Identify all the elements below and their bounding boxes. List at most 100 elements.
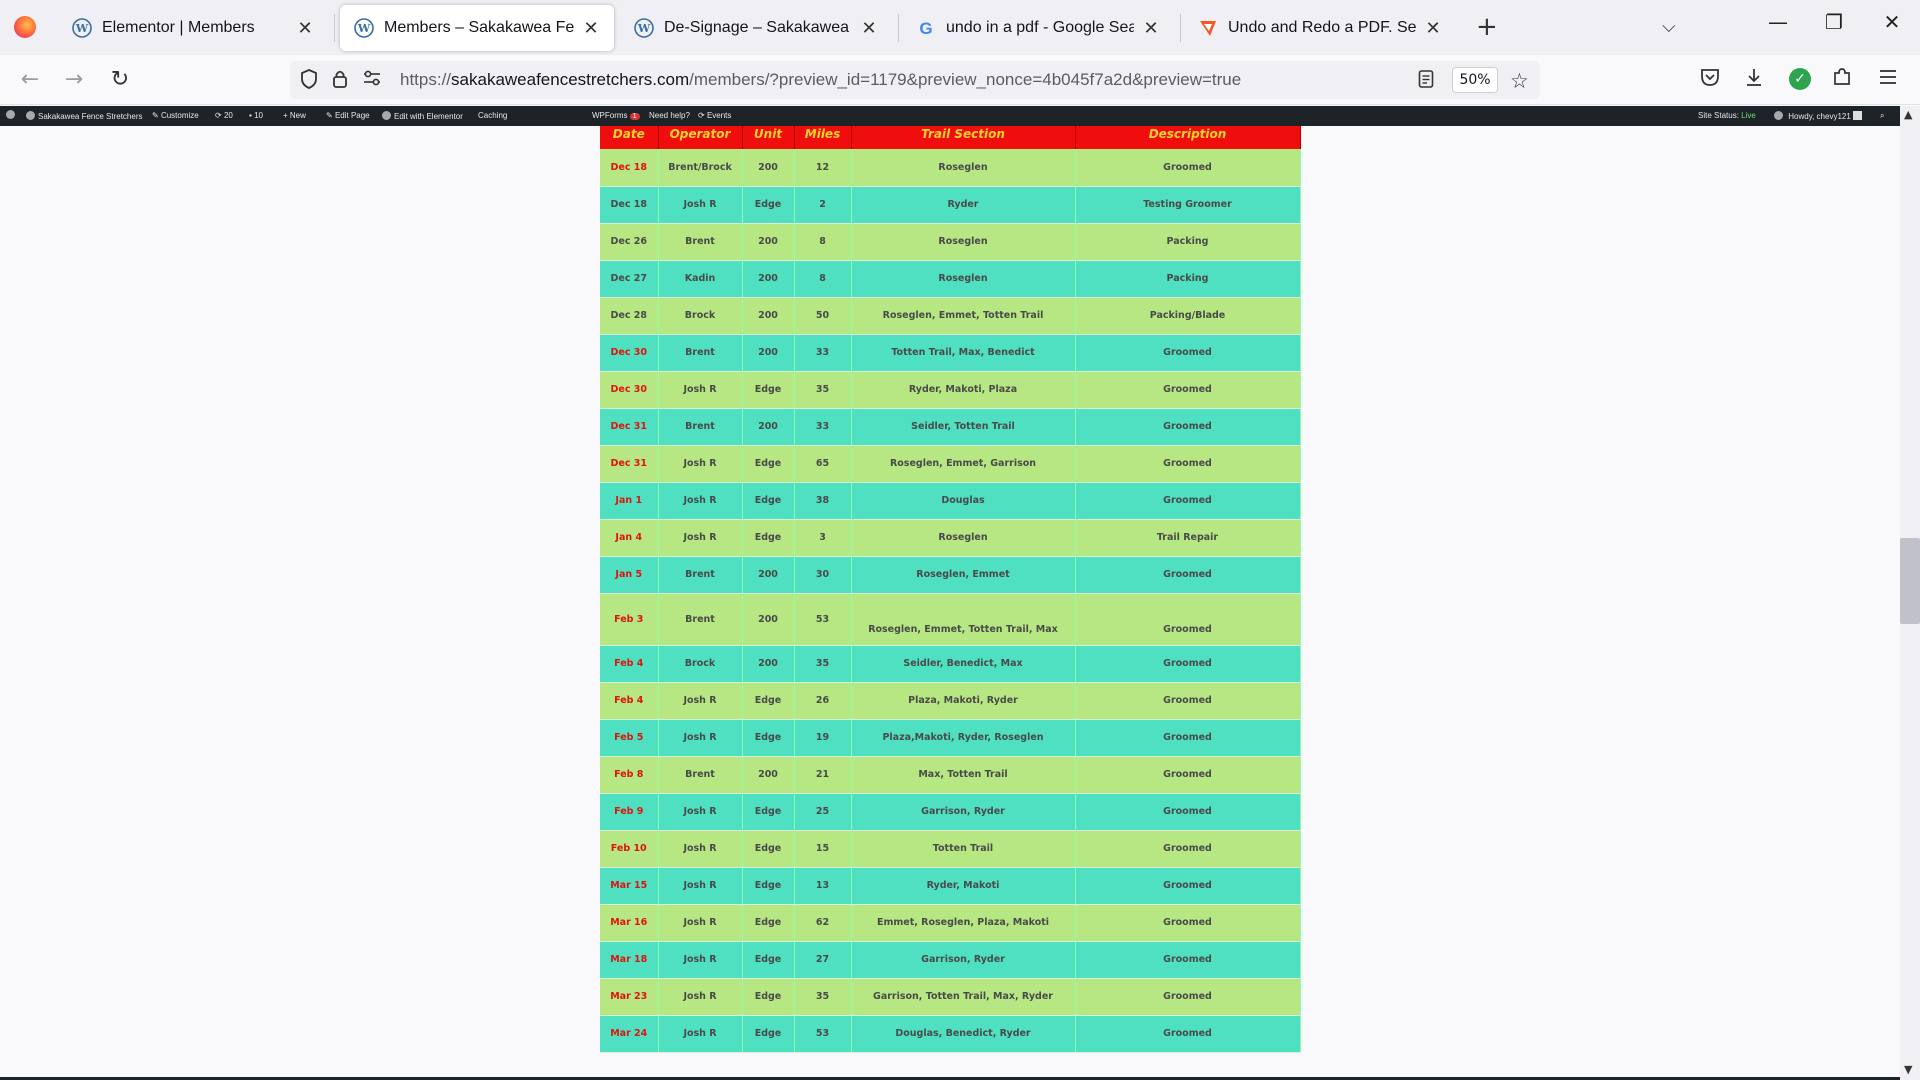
hamburger-menu-icon[interactable] <box>1878 67 1898 91</box>
pocket-icon[interactable] <box>1700 67 1720 92</box>
tab-title: Undo and Redo a PDF. Search, I <box>1228 19 1416 36</box>
tab-elementor-members[interactable]: W Elementor | Members ✕ <box>58 5 328 51</box>
table-row: Jan 4 Josh R Edge 3 Roseglen Trail Repair <box>600 519 1301 557</box>
url-text[interactable]: https://sakakaweafencestretchers.com/mem… <box>400 70 1241 90</box>
admin-bar-need-help[interactable]: Need help? <box>649 111 690 120</box>
forward-arrow-icon[interactable]: → <box>58 65 90 97</box>
table-row: Mar 16 Josh R Edge 62 Emmet, Roseglen, Plaza… <box>600 904 1301 942</box>
description-cell: Groomed <box>1075 830 1301 868</box>
date-cell: Mar 24 <box>600 1015 659 1053</box>
extension-check-icon[interactable]: ✓ <box>1789 68 1811 90</box>
tab-strip: W Elementor | Members ✕ W Members – Saka… <box>0 0 1920 55</box>
admin-bar-site-name[interactable]: Sakakawea Fence Stretchers <box>26 111 143 121</box>
list-all-tabs-chevron-icon[interactable]: ⌵ <box>1662 16 1676 37</box>
back-arrow-icon[interactable]: ← <box>14 65 46 97</box>
restore-icon[interactable]: ❐ <box>1814 10 1854 34</box>
operator-cell: Josh R <box>658 941 743 979</box>
zoom-level-button[interactable]: 50% <box>1452 67 1498 93</box>
date-cell: Feb 9 <box>600 793 659 831</box>
lock-icon[interactable] <box>332 69 348 94</box>
unit-cell: Edge <box>742 978 795 1016</box>
column-header-operator: Operator <box>658 126 743 149</box>
close-window-icon[interactable]: ✕ <box>1872 10 1912 34</box>
scroll-down-arrow-icon[interactable]: ▼ <box>1904 1063 1912 1076</box>
admin-bar-edit-elementor[interactable]: Edit with Elementor <box>382 111 463 121</box>
caching-text: Caching <box>478 111 508 120</box>
table-row: Feb 3 Brent 200 53 Roseglen, Emmet, Totten T… <box>600 593 1301 646</box>
elementor-icon <box>382 111 391 120</box>
admin-bar-search-icon[interactable]: ⌕ <box>1880 111 1884 121</box>
grooming-log-table: Date Operator Unit Miles Trail Section D… <box>600 126 1301 1053</box>
date-cell: Dec 31 <box>600 445 659 483</box>
admin-bar-edit-page[interactable]: ✎ Edit Page <box>326 111 370 120</box>
trail-section-cell: Roseglen, Emmet, Totten Trail, Max <box>851 593 1076 646</box>
date-cell: Mar 18 <box>600 941 659 979</box>
reader-view-icon[interactable] <box>1418 69 1434 94</box>
table-body: Dec 18 Brent/Brock 200 12 Roseglen Groomed Dec… <box>600 149 1301 1053</box>
address-bar[interactable]: https://sakakaweafencestretchers.com/mem… <box>290 61 1540 99</box>
tab-separator <box>1180 14 1181 42</box>
close-tab-icon[interactable]: ✕ <box>294 18 316 39</box>
operator-cell: Brent/Brock <box>658 149 743 187</box>
date-cell: Feb 10 <box>600 830 659 868</box>
tab-google-search[interactable]: G undo in a pdf - Google Search ✕ <box>902 5 1174 51</box>
miles-cell: 33 <box>794 334 852 372</box>
close-tab-icon[interactable]: ✕ <box>1140 18 1162 39</box>
extensions-puzzle-icon[interactable] <box>1832 67 1852 92</box>
admin-bar-updates[interactable]: ⟳ 20 <box>215 111 233 120</box>
reload-icon[interactable]: ↻ <box>104 65 136 97</box>
date-cell: Dec 30 <box>600 334 659 372</box>
admin-bar-wpforms[interactable]: WPForms 1 <box>592 111 640 120</box>
site-status-value: Live <box>1741 111 1756 120</box>
table-row: Dec 30 Brent 200 33 Totten Trail, Max, Bened… <box>600 334 1301 372</box>
close-tab-icon[interactable]: ✕ <box>580 18 602 39</box>
trail-section-cell: Garrison, Ryder <box>851 793 1076 831</box>
trail-section-cell: Ryder, Makoti, Plaza <box>851 371 1076 409</box>
description-cell: Groomed <box>1075 445 1301 483</box>
date-cell: Feb 4 <box>600 682 659 720</box>
tab-members-active[interactable]: W Members – Sakakawea Fence S ✕ <box>340 5 614 51</box>
tab-separator <box>334 14 335 42</box>
date-cell: Dec 31 <box>600 408 659 446</box>
trail-section-cell: Ryder <box>851 186 1076 224</box>
table-row: Feb 4 Brock 200 35 Seidler, Benedict, Max Gro… <box>600 645 1301 683</box>
operator-cell: Brent <box>658 408 743 446</box>
table-row: Feb 4 Josh R Edge 26 Plaza, Makoti, Ryder Gro… <box>600 682 1301 720</box>
scroll-up-arrow-icon[interactable]: ▲ <box>1904 108 1912 121</box>
trail-section-cell: Emmet, Roseglen, Plaza, Makoti <box>851 904 1076 942</box>
tab-undo-redo-pdf[interactable]: Undo and Redo a PDF. Search, I ✕ <box>1184 5 1456 51</box>
miles-cell: 33 <box>794 408 852 446</box>
new-tab-plus-icon[interactable]: + <box>1476 12 1498 42</box>
permissions-sliders-icon[interactable] <box>362 69 382 92</box>
admin-bar-events[interactable]: ⟳ Events <box>698 111 731 120</box>
date-cell: Dec 27 <box>600 260 659 298</box>
trail-section-cell: Ryder, Makoti <box>851 867 1076 905</box>
admin-bar-howdy[interactable]: Howdy, chevy121 <box>1774 111 1863 121</box>
minimize-icon[interactable]: — <box>1758 10 1798 34</box>
date-cell: Dec 28 <box>600 297 659 335</box>
downloads-icon[interactable] <box>1744 67 1764 92</box>
operator-cell: Josh R <box>658 682 743 720</box>
description-cell: Trail Repair <box>1075 519 1301 557</box>
edit-elementor-text: Edit with Elementor <box>394 112 463 121</box>
close-tab-icon[interactable]: ✕ <box>1422 18 1444 39</box>
scrollbar-thumb[interactable] <box>1900 538 1920 624</box>
tracking-protection-shield-icon[interactable] <box>300 69 318 94</box>
admin-bar-new[interactable]: + New <box>283 111 306 120</box>
admin-bar-site-status[interactable]: Site Status: Live <box>1698 111 1756 120</box>
date-cell: Feb 8 <box>600 756 659 794</box>
bookmark-star-icon[interactable]: ☆ <box>1510 69 1529 93</box>
admin-bar-comments[interactable]: ▪ 10 <box>249 111 263 120</box>
operator-cell: Josh R <box>658 904 743 942</box>
tab-de-signage[interactable]: W De-Signage – Sakakawea Fence ✕ <box>620 5 892 51</box>
firefox-logo-icon[interactable] <box>14 16 36 38</box>
miles-cell: 8 <box>794 223 852 261</box>
operator-cell: Josh R <box>658 445 743 483</box>
wordpress-logo-icon[interactable] <box>6 110 18 120</box>
trail-section-cell: Seidler, Benedict, Max <box>851 645 1076 683</box>
vertical-scrollbar[interactable]: ▲ ▼ <box>1900 106 1920 1080</box>
admin-bar-caching[interactable]: Caching <box>478 111 507 120</box>
miles-cell: 19 <box>794 719 852 757</box>
admin-bar-customize[interactable]: ✎ Customize <box>152 111 199 120</box>
close-tab-icon[interactable]: ✕ <box>858 18 880 39</box>
